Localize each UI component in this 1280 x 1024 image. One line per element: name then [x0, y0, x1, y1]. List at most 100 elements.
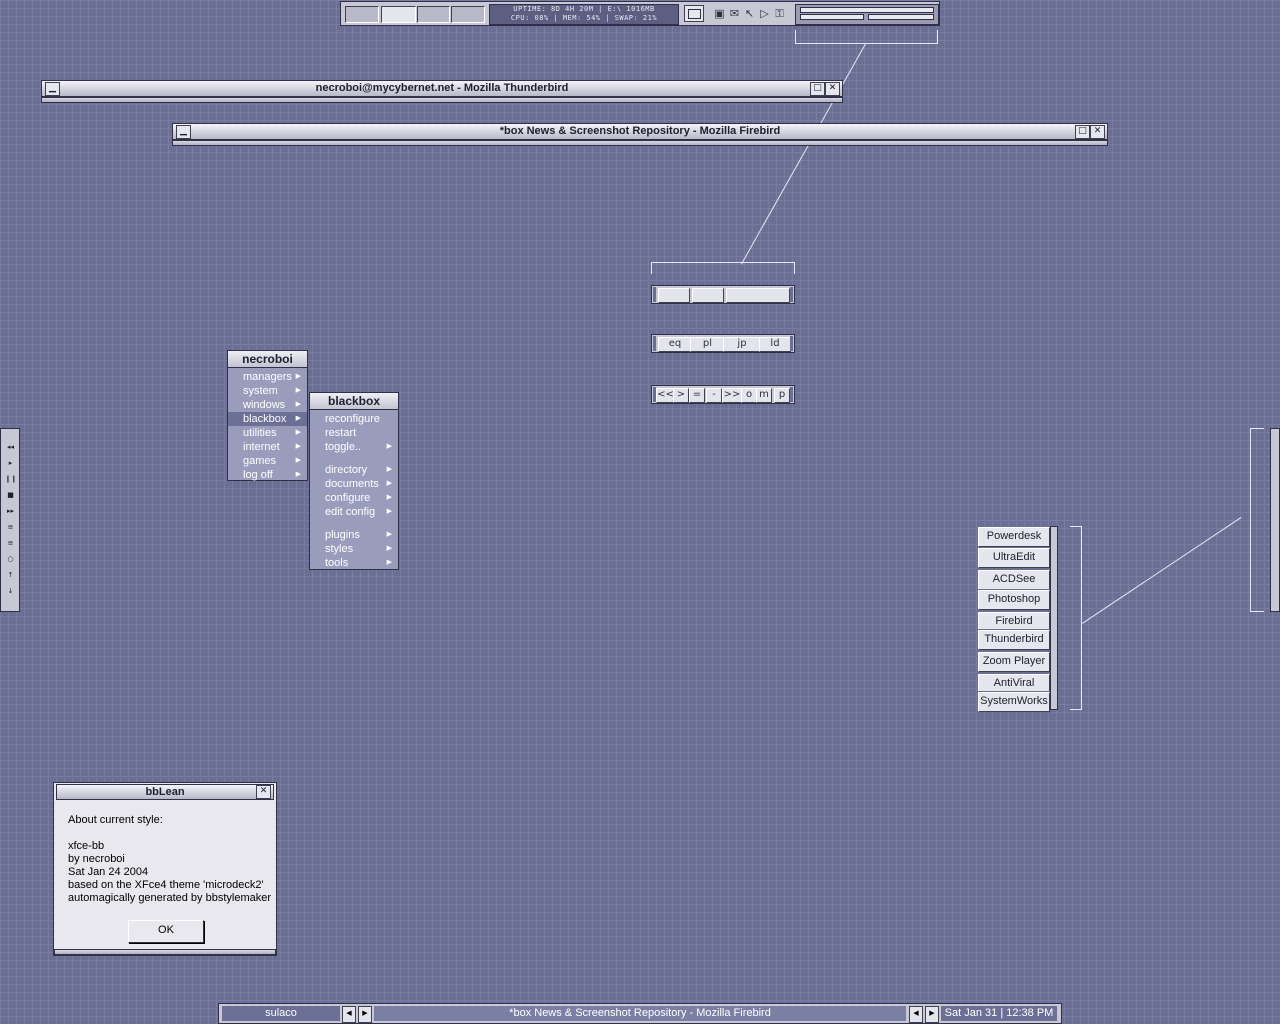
dialog-title: bbLean — [145, 786, 185, 798]
window-handle[interactable] — [172, 140, 1108, 146]
launch-thunderbird[interactable]: Thunderbird — [977, 629, 1051, 651]
workspace-button-2[interactable] — [381, 6, 416, 23]
play-button[interactable]: > — [673, 388, 689, 403]
network-tray-icon[interactable]: ▣ — [713, 7, 726, 20]
pager-desk-1[interactable] — [658, 288, 690, 303]
launch-firebird[interactable]: Firebird — [977, 611, 1051, 633]
launch-systemworks[interactable]: SystemWorks — [977, 691, 1051, 713]
menu-item-label: games — [243, 455, 277, 467]
submenu-arrow-icon: ▶ — [295, 415, 301, 422]
menu-item-configure[interactable]: configure ▶ — [310, 491, 398, 505]
submenu-arrow-icon: ▶ — [386, 559, 392, 566]
menu-item-reconfigure[interactable]: reconfigure — [310, 412, 398, 426]
window-handle[interactable] — [41, 97, 843, 103]
workspace-button-1[interactable] — [345, 6, 379, 23]
menu-icon[interactable]: ≡ — [5, 537, 16, 550]
launch-bracket — [1070, 526, 1082, 710]
load-button[interactable]: ld — [759, 337, 791, 352]
next-task-button[interactable]: ▶ — [925, 1006, 939, 1023]
menu-item-system[interactable]: system ▶ — [228, 384, 307, 398]
lock-tray-icon[interactable]: ⚿ — [773, 7, 786, 20]
submenu-arrow-icon: ▶ — [295, 457, 301, 464]
launch-antiviral[interactable]: AntiViral — [977, 673, 1051, 695]
pause-button[interactable]: = — [689, 388, 705, 403]
playlist-button[interactable]: pl — [690, 337, 725, 352]
fast-forward-icon[interactable]: ▸▸ — [5, 505, 16, 518]
stop-button[interactable]: - — [706, 388, 722, 403]
close-icon[interactable]: ✕ — [256, 785, 271, 799]
toolbar-bracket — [795, 30, 938, 44]
volume-down-icon[interactable]: ↓ — [5, 585, 16, 598]
launch-powerdesk[interactable]: Powerdesk — [977, 526, 1051, 548]
rewind-icon[interactable]: ◂◂ — [5, 441, 16, 454]
next-workspace-button[interactable]: ▶ — [358, 1006, 372, 1023]
launch-photoshop[interactable]: Photoshop — [977, 589, 1051, 611]
menu-item-plugins[interactable]: plugins ▶ — [310, 528, 398, 542]
cursor-tray-icon[interactable]: ↖ — [743, 7, 756, 20]
launch-acdsee[interactable]: ACDSee — [977, 569, 1051, 591]
mute-button[interactable]: m — [756, 388, 772, 403]
menu-item-managers[interactable]: managers ▶ — [228, 370, 307, 384]
task-button-firebird[interactable]: *box News & Screenshot Repository - Mozi… — [374, 1006, 906, 1021]
menu-item-games[interactable]: games ▶ — [228, 454, 307, 468]
play-icon[interactable]: ▸ — [5, 457, 16, 470]
stop-icon[interactable]: ■ — [5, 489, 16, 502]
launch-ultraedit[interactable]: UltraEdit — [977, 547, 1051, 569]
menu-item-label: configure — [325, 492, 371, 504]
submenu-arrow-icon: ▶ — [295, 443, 301, 450]
plugin-bracket — [651, 262, 795, 274]
menu-item-internet[interactable]: internet ▶ — [228, 440, 307, 454]
player-tray-icon[interactable]: ▷ — [758, 7, 771, 20]
maximize-button[interactable]: □ — [1075, 125, 1090, 139]
menu-item-restart[interactable]: restart — [310, 426, 398, 440]
close-button[interactable]: ✕ — [825, 82, 840, 96]
prefs-button[interactable]: p — [774, 388, 790, 403]
dialog-heading: About current style: — [68, 814, 163, 826]
iconify-button[interactable]: ▁ — [176, 125, 191, 139]
top-toolbar: UPTIME: 8D 4H 20M | E:\ 1016MB CPU: 08% … — [340, 1, 940, 26]
menu-item-directory[interactable]: directory ▶ — [310, 463, 398, 477]
ok-button[interactable]: OK — [128, 920, 204, 943]
iconify-button[interactable]: ▁ — [45, 82, 60, 96]
prev-workspace-button[interactable]: ◀ — [342, 1006, 356, 1023]
pager-desk-3[interactable] — [726, 288, 790, 303]
thunderbird-titlebar[interactable]: ▁ necroboi@mycybernet.net - Mozilla Thun… — [41, 80, 843, 97]
eq-button[interactable]: eq — [658, 337, 692, 352]
submenu-arrow-icon: ▶ — [295, 387, 301, 394]
menu-item-label: managers — [243, 371, 292, 383]
dialog-titlebar[interactable]: bbLean ✕ — [56, 784, 274, 800]
menu-item-windows[interactable]: windows ▶ — [228, 398, 307, 412]
workspace-button-4[interactable] — [451, 6, 485, 23]
eject-icon[interactable]: ≡ — [5, 521, 16, 534]
launch-zoom-player[interactable]: Zoom Player — [977, 651, 1051, 673]
menu-item-toggle[interactable]: toggle.. ▶ — [310, 440, 398, 454]
menu-item-edit-config[interactable]: edit config ▶ — [310, 505, 398, 519]
menu-item-documents[interactable]: documents ▶ — [310, 477, 398, 491]
root-menu-title: necroboi — [228, 351, 307, 368]
menu-item-blackbox[interactable]: blackbox ▶ — [228, 412, 307, 426]
circle-icon[interactable]: ○ — [5, 553, 16, 566]
menu-item-tools[interactable]: tools ▶ — [310, 556, 398, 570]
right-slit[interactable] — [1270, 428, 1280, 612]
pause-icon[interactable]: ❙❙ — [5, 473, 17, 486]
close-button[interactable]: ✕ — [1090, 125, 1105, 139]
desktop-button[interactable] — [684, 5, 704, 22]
menu-item-styles[interactable]: styles ▶ — [310, 542, 398, 556]
menu-item-utilities[interactable]: utilities ▶ — [228, 426, 307, 440]
pager-desk-2[interactable] — [692, 288, 724, 303]
volume-up-icon[interactable]: ↑ — [5, 569, 16, 582]
launch-bar-edge — [1050, 526, 1058, 710]
menu-item-log-off[interactable]: log off ▶ — [228, 468, 307, 482]
submenu-arrow-icon: ▶ — [386, 545, 392, 552]
bar-cap — [653, 336, 656, 351]
maximize-button[interactable]: □ — [810, 82, 825, 96]
open-button[interactable]: o — [741, 388, 757, 403]
dialog-handle[interactable] — [54, 949, 276, 955]
mail-tray-icon[interactable]: ✉ — [728, 7, 741, 20]
jump-button[interactable]: jp — [723, 337, 761, 352]
workspace-button-3[interactable] — [417, 6, 450, 23]
next-button[interactable]: >> — [722, 388, 742, 403]
firebird-titlebar[interactable]: ▁ *box News & Screenshot Repository - Mo… — [172, 123, 1108, 140]
submenu-arrow-icon: ▶ — [295, 401, 301, 408]
prev-task-button[interactable]: ◀ — [909, 1006, 923, 1023]
